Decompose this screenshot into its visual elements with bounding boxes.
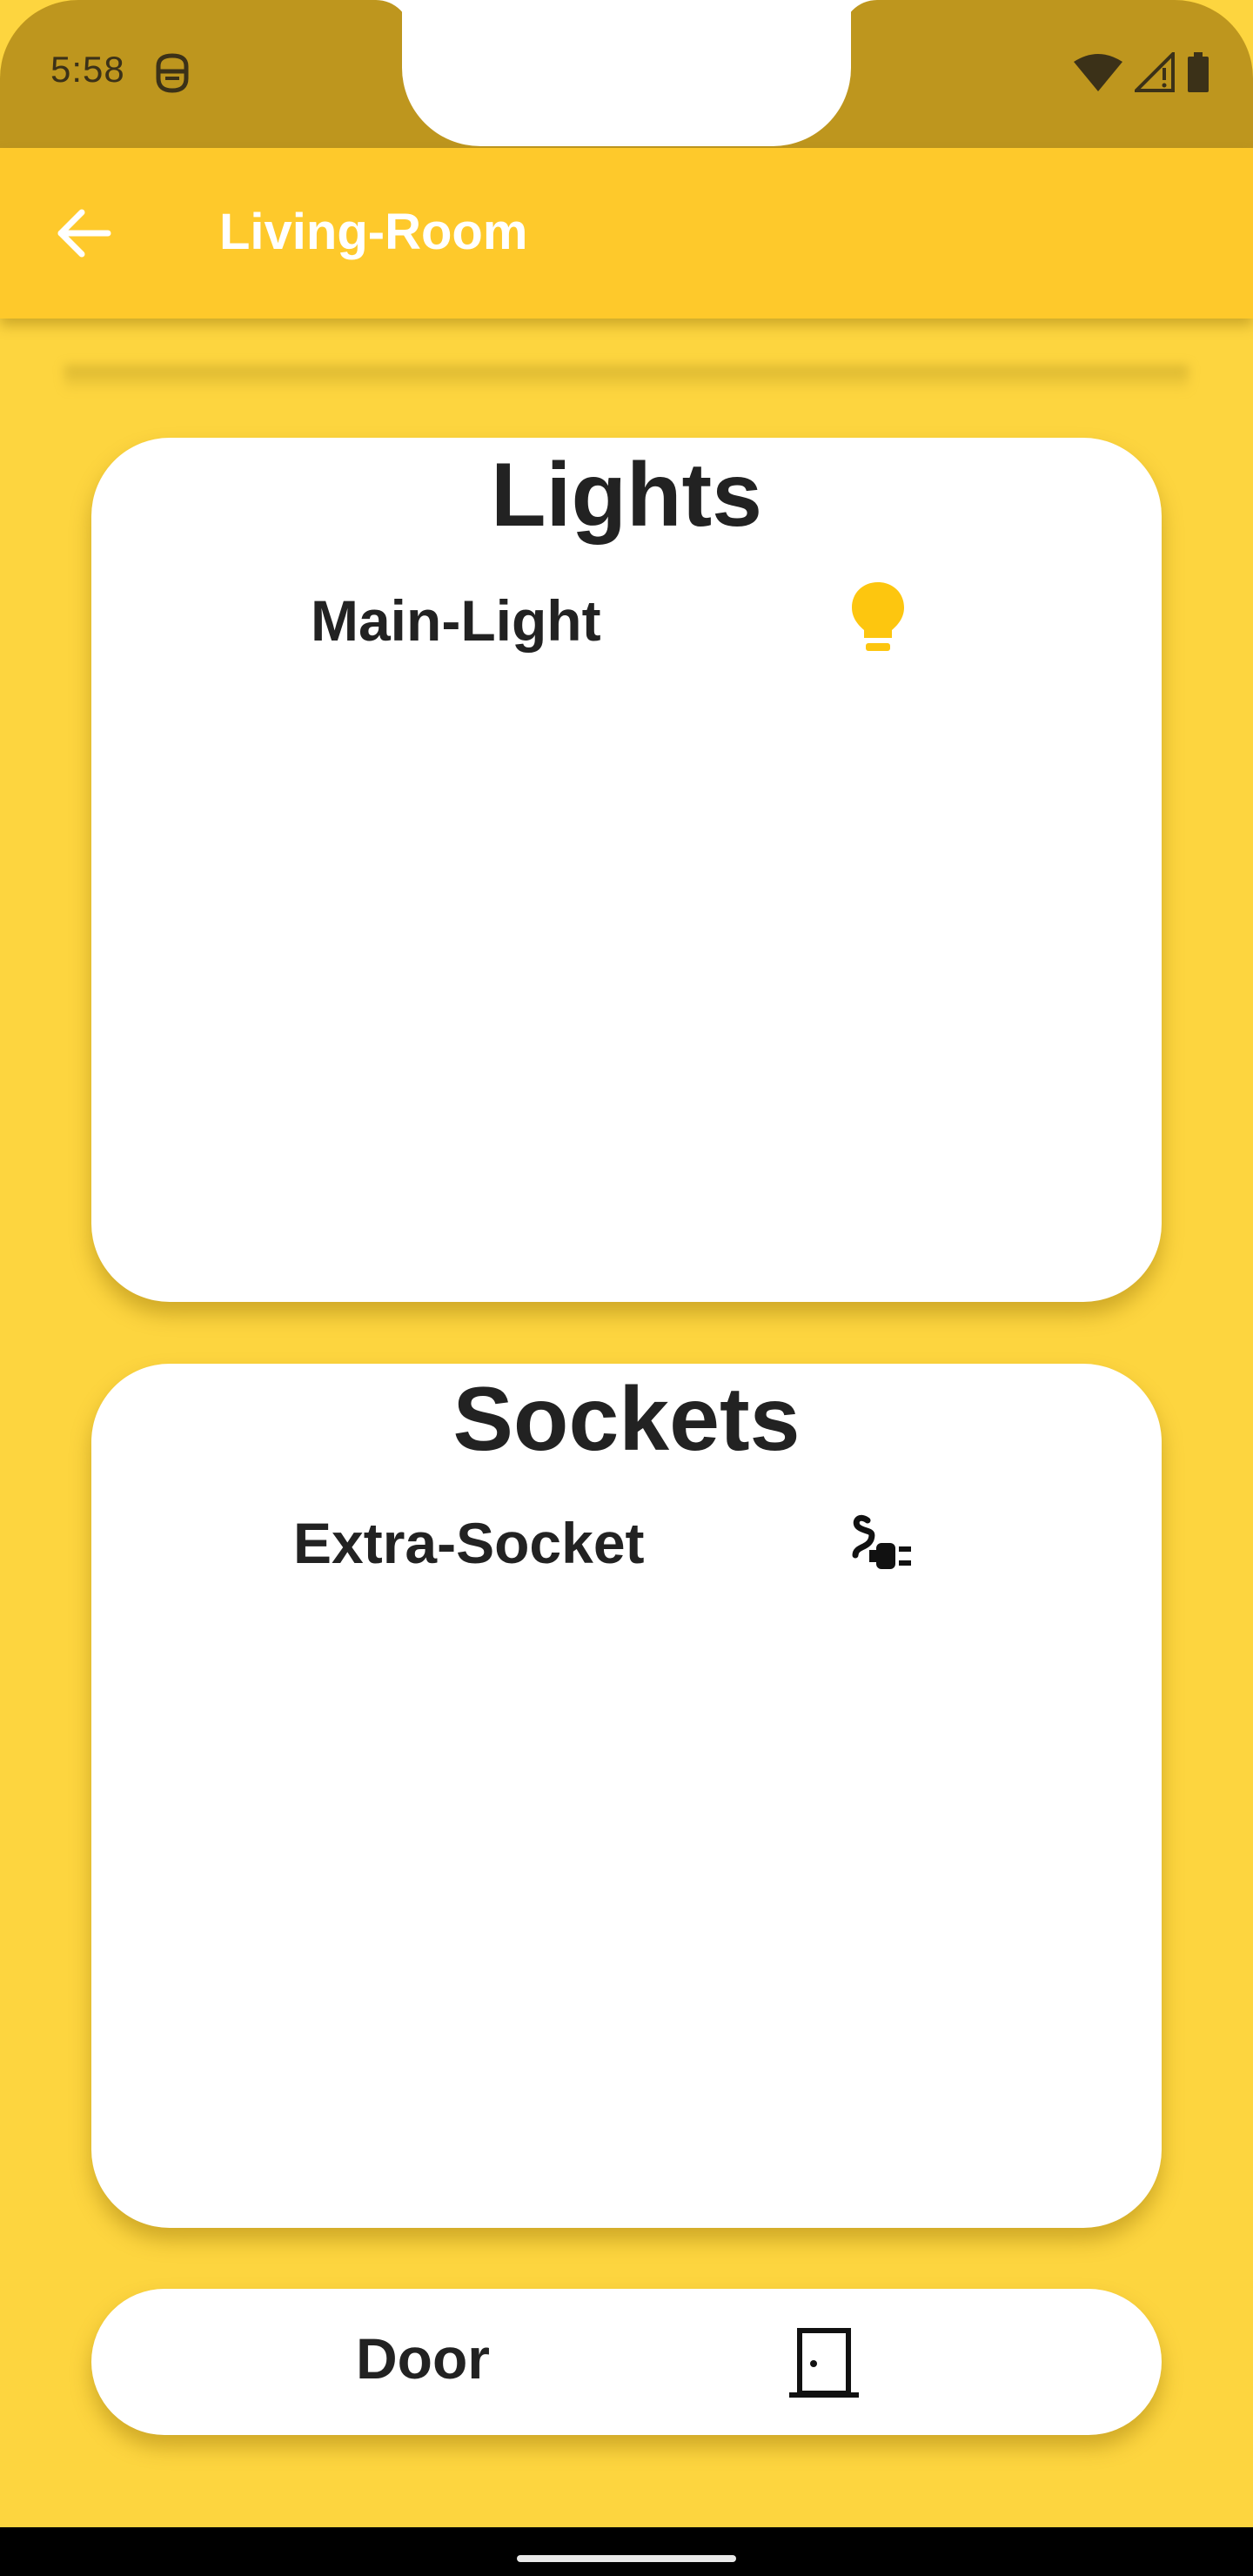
camera-notch xyxy=(402,0,851,146)
back-button[interactable] xyxy=(49,200,118,270)
cell-signal-icon xyxy=(1132,49,1175,97)
device-row-extra-socket[interactable]: Extra-Socket xyxy=(293,1499,920,1587)
sockets-card: Sockets Extra-Socket xyxy=(91,1364,1162,2228)
status-time: 5:58 xyxy=(50,49,125,90)
power-plug-icon[interactable] xyxy=(850,1508,920,1579)
door-label: Door xyxy=(356,2326,490,2391)
device-label: Extra-Socket xyxy=(293,1511,645,1575)
lightbulb-icon[interactable] xyxy=(850,580,906,661)
lights-section-title: Lights xyxy=(491,445,762,546)
battery-icon xyxy=(1187,51,1209,97)
page-title: Living-Room xyxy=(219,204,528,260)
device-row-main-light[interactable]: Main-Light xyxy=(311,577,906,664)
door-button[interactable]: Door xyxy=(91,2289,1162,2435)
android-debug-icon xyxy=(153,52,191,94)
app-bar: Living-Room xyxy=(0,148,1253,319)
status-icons xyxy=(1074,49,1209,97)
lights-card: Lights Main-Light xyxy=(91,438,1162,1302)
home-indicator[interactable] xyxy=(517,2555,736,2562)
scroll-shadow xyxy=(64,366,1189,392)
device-label: Main-Light xyxy=(311,588,601,653)
sockets-section-title: Sockets xyxy=(452,1369,801,1470)
arrow-back-icon xyxy=(56,209,111,262)
wifi-icon xyxy=(1074,53,1122,96)
system-nav-bar xyxy=(0,2527,1253,2576)
door-icon xyxy=(787,2325,861,2398)
status-bar: 5:58 xyxy=(0,0,1253,148)
